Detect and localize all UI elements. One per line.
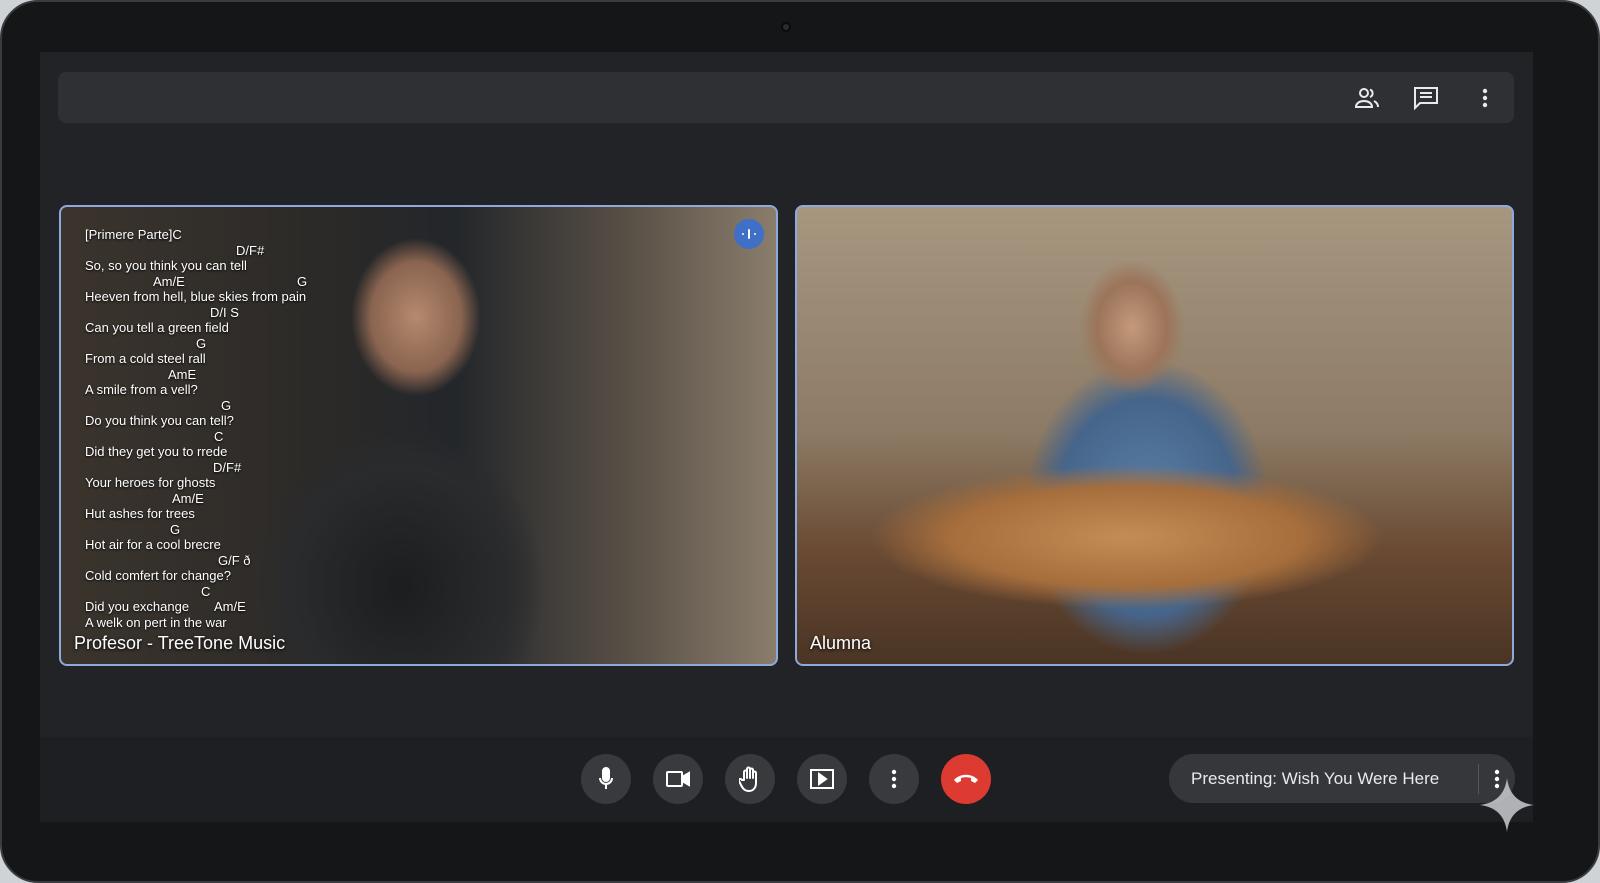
- camera-button[interactable]: [653, 754, 703, 804]
- microphone-button[interactable]: [581, 754, 631, 804]
- more-options-button[interactable]: [869, 754, 919, 804]
- presenting-label: Presenting: Wish You Were Here: [1191, 768, 1440, 788]
- chord-label: Am/E: [172, 490, 204, 506]
- more-vert-icon: [891, 769, 897, 789]
- presenting-chip[interactable]: Presenting: Wish You Were Here: [1169, 754, 1515, 803]
- lyric-line: A smile from a vell?: [85, 382, 198, 397]
- lyric-line: A welk on pert in the war: [85, 614, 227, 630]
- microphone-icon: [599, 767, 613, 789]
- lyric-line: [Primere Parte]C: [85, 227, 182, 242]
- chord-label: AmE: [168, 366, 197, 382]
- chord-label: D/F#: [236, 242, 265, 258]
- chord-line: C: [85, 429, 325, 445]
- chord-line: AmE: [85, 367, 325, 383]
- chord-label: G: [170, 521, 181, 537]
- chord-label: C: [201, 583, 211, 599]
- chord-line: G: [85, 522, 325, 538]
- lyric-line: So, so you think you can tell: [85, 258, 247, 273]
- chord-label: G: [297, 273, 308, 289]
- chord-line: C: [85, 584, 325, 600]
- camera-icon: [666, 771, 690, 787]
- sparkle-icon: [1480, 778, 1534, 832]
- chord-line: Am/E G: [85, 274, 325, 290]
- chat-icon[interactable]: [1413, 85, 1439, 111]
- lyric-line: Heeven from hell, blue skies from pain: [85, 289, 307, 304]
- more-vert-icon[interactable]: [1472, 85, 1498, 111]
- call-controls-bar: Presenting: Wish You Were Here: [40, 737, 1533, 822]
- participant-name: Alumna: [810, 633, 872, 653]
- chord-line: Am/E: [85, 491, 325, 507]
- chord-line: D/F#: [85, 243, 325, 259]
- meeting-screen: [Primere Parte]C D/F# So, so you think you…: [40, 52, 1533, 822]
- chord-label: C: [214, 428, 224, 444]
- lyric-line: From a cold steel rall: [85, 351, 206, 366]
- lyric-line: Do you think you can tell?: [85, 413, 234, 428]
- lyric-line: Hot air for a cool brecre: [85, 537, 221, 552]
- chord-label: G: [221, 397, 232, 413]
- chord-line: G/F ð: [85, 553, 325, 569]
- present-icon: [810, 769, 834, 789]
- chord-label: G: [196, 335, 207, 351]
- chord-label: D/I S: [210, 304, 239, 320]
- lyric-line: Did you exchange Am/E: [85, 599, 246, 614]
- lyric-line: Cold comfert for change?: [85, 568, 231, 583]
- present-button[interactable]: [797, 754, 847, 804]
- chord-label: D/F#: [213, 459, 242, 475]
- lyric-line: Did they get you to rrede: [85, 444, 228, 459]
- chord-label: Am/E: [153, 273, 185, 289]
- video-tile-alumna[interactable]: Alumna: [795, 205, 1514, 666]
- raise-hand-icon: [739, 766, 757, 792]
- front-camera: [781, 22, 791, 32]
- chord-label: Am/E: [214, 599, 246, 614]
- hang-up-icon: [954, 774, 978, 783]
- chord-line: D/I S: [85, 305, 325, 321]
- chord-line: D/F#: [85, 460, 325, 476]
- participant-name: Profesor - TreeTone Music: [74, 633, 286, 653]
- speaking-indicator-icon: [734, 219, 764, 249]
- top-bar: [58, 72, 1514, 123]
- tablet-frame: [Primere Parte]C D/F# So, so you think you…: [0, 0, 1600, 883]
- lyric-line: Your heroes for ghosts: [85, 475, 216, 490]
- lyric-line: Can you tell a green field: [85, 320, 229, 335]
- video-tile-profesor[interactable]: [Primere Parte]C D/F# So, so you think you…: [59, 205, 778, 666]
- end-call-button[interactable]: [941, 754, 991, 804]
- raise-hand-button[interactable]: [725, 754, 775, 804]
- lyric-line: Hut ashes for trees: [85, 506, 195, 521]
- people-icon[interactable]: [1354, 85, 1380, 111]
- lyrics-overlay: [Primere Parte]C D/F# So, so you think you…: [85, 227, 325, 630]
- chord-line: G: [85, 398, 325, 414]
- chord-label: G/F ð: [218, 552, 251, 568]
- chord-line: G: [85, 336, 325, 352]
